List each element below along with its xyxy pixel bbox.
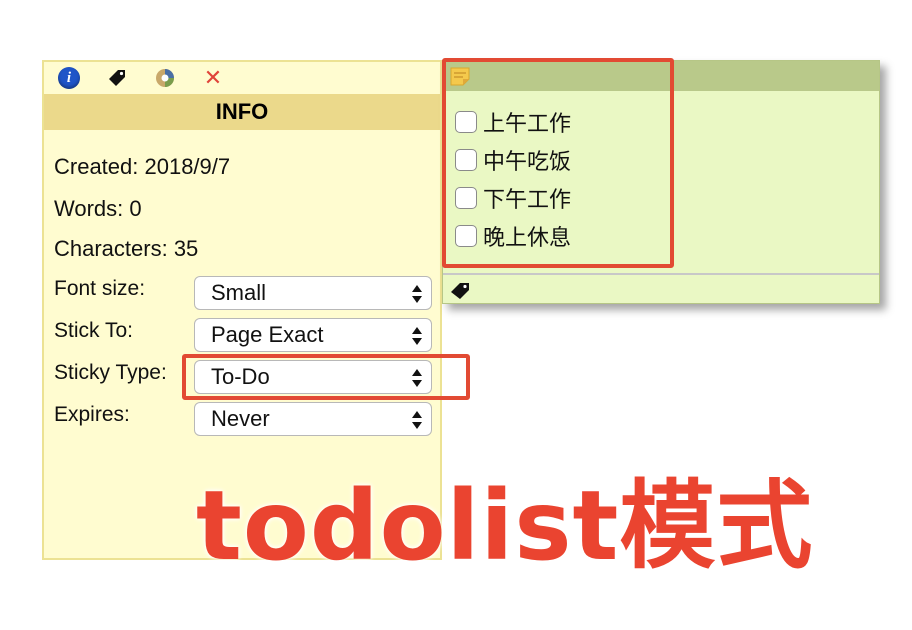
font-size-label: Font size:	[54, 277, 146, 300]
tag-icon[interactable]	[106, 67, 128, 89]
info-icon-glyph: i	[58, 67, 80, 89]
select-arrows-icon	[411, 325, 423, 347]
font-size-value: Small	[211, 280, 267, 305]
character-count: Characters: 35	[54, 236, 199, 261]
expires-label: Expires:	[54, 403, 130, 426]
select-arrows-icon	[411, 283, 423, 305]
info-toolbar: i ✕	[44, 62, 440, 92]
stick-to-label: Stick To:	[54, 319, 133, 342]
stick-to-value: Page Exact	[211, 322, 324, 347]
expires-value: Never	[211, 406, 270, 431]
word-count: Words: 0	[54, 196, 142, 221]
annotation-caption: todolist模式	[196, 470, 814, 582]
panel-header: INFO	[44, 94, 440, 130]
created-date: Created: 2018/9/7	[54, 154, 231, 179]
select-arrows-icon	[411, 409, 423, 431]
sticky-footer-divider	[443, 273, 879, 275]
stick-to-select[interactable]: Page Exact	[194, 318, 432, 352]
sticky-type-label: Sticky Type:	[54, 361, 167, 384]
tag-icon[interactable]	[449, 279, 473, 306]
expires-select[interactable]: Never	[194, 402, 432, 436]
info-icon[interactable]: i	[58, 67, 80, 89]
close-icon[interactable]: ✕	[202, 66, 224, 91]
sticky-type-highlight-box	[182, 354, 470, 400]
font-size-select[interactable]: Small	[194, 276, 432, 310]
color-wheel-icon[interactable]	[154, 67, 176, 89]
todo-highlight-box	[442, 58, 674, 268]
